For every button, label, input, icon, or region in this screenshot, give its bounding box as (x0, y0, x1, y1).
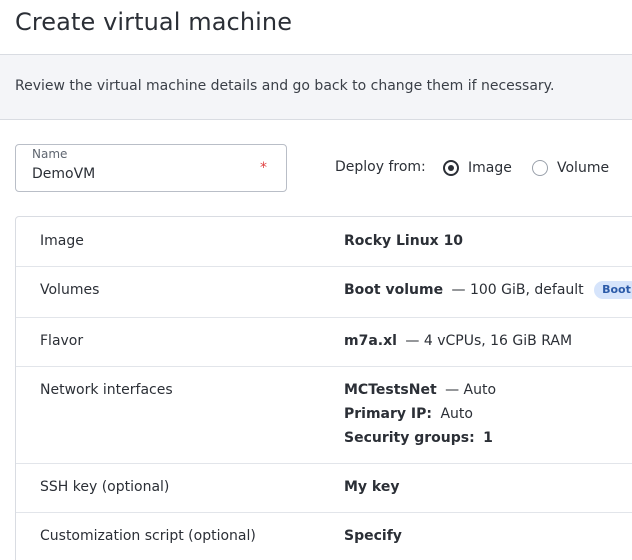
description-banner: Review the virtual machine details and g… (0, 55, 632, 120)
script-label: Customization script (optional) (40, 528, 256, 544)
volumes-value: Boot volume — 100 GiB, default Boot (344, 281, 632, 299)
flavor-value: m7a.xl — 4 vCPUs, 16 GiB RAM (344, 333, 573, 349)
name-field[interactable]: Name * (15, 144, 287, 192)
summary-row-script: Customization script (optional) Specify (16, 513, 632, 560)
flavor-detail: — 4 vCPUs, 16 GiB RAM (405, 333, 573, 349)
page-header: Create virtual machine (0, 0, 632, 55)
deploy-image-radio[interactable] (443, 160, 459, 176)
summary-row-network: Network interfaces MCTestsNet — Auto Pri… (16, 367, 632, 464)
required-indicator: * (260, 160, 267, 176)
summary-row-image: Image Rocky Linux 10 (16, 217, 632, 267)
summary-row-flavor: Flavor m7a.xl — 4 vCPUs, 16 GiB RAM (16, 318, 632, 367)
main-content: Name * Deploy from: Image Volume Image R… (0, 120, 632, 560)
page-description: Review the virtual machine details and g… (15, 78, 555, 94)
network-label: Network interfaces (40, 382, 173, 398)
summary-table: Image Rocky Linux 10 Volumes Boot volume… (15, 216, 632, 560)
deploy-volume-radio[interactable] (532, 160, 548, 176)
flavor-label: Flavor (40, 333, 84, 349)
summary-row-ssh: SSH key (optional) My key (16, 464, 632, 513)
security-groups: Security groups: 1 (344, 430, 493, 446)
name-field-label: Name (32, 147, 68, 161)
boot-badge: Boot (594, 281, 632, 299)
volumes-detail: — 100 GiB, default (451, 282, 584, 298)
deploy-image-label[interactable]: Image (468, 160, 512, 176)
network-name: MCTestsNet — Auto (344, 382, 497, 398)
summary-row-volumes: Volumes Boot volume — 100 GiB, default B… (16, 267, 632, 318)
security-groups-value: 1 (483, 430, 493, 446)
script-value: Specify (344, 528, 402, 544)
page-title: Create virtual machine (15, 8, 293, 36)
ssh-label: SSH key (optional) (40, 479, 170, 495)
network-detail: — Auto (445, 382, 497, 398)
name-input[interactable] (32, 166, 252, 182)
volumes-label: Volumes (40, 282, 100, 298)
primary-ip: Primary IP: Auto (344, 406, 473, 422)
deploy-from-label: Deploy from: (335, 159, 426, 175)
primary-ip-value: Auto (440, 406, 473, 422)
image-value: Rocky Linux 10 (344, 233, 464, 249)
image-label: Image (40, 233, 84, 249)
deploy-volume-label[interactable]: Volume (557, 160, 609, 176)
ssh-value: My key (344, 479, 400, 495)
